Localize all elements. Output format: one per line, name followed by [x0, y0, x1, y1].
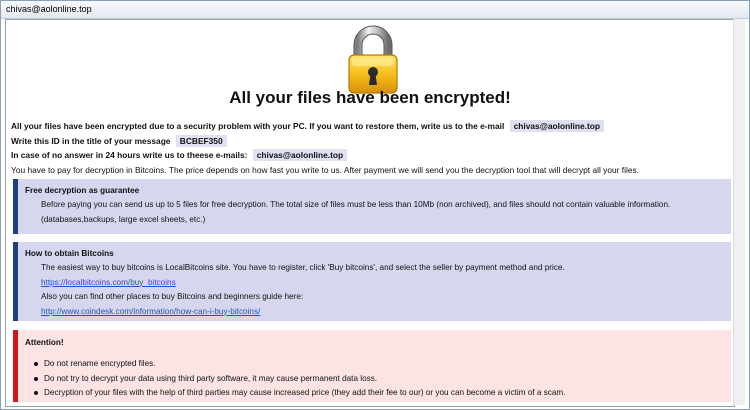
info-line-id: Write this ID in the title of your messa… — [11, 134, 639, 149]
window-title: chivas@aolonline.top — [1, 1, 749, 19]
section-heading: Free decryption as guarantee — [25, 186, 140, 195]
attention-box: Attention! Do not rename encrypted files… — [13, 330, 731, 402]
app-window: chivas@aolonline.top All your files have… — [0, 0, 750, 410]
info-text: Write this ID in the title of your messa… — [11, 135, 171, 146]
info-block: All your files have been encrypted due t… — [11, 119, 639, 177]
info-text: You have to pay for decryption in Bitcoi… — [11, 164, 639, 175]
contact-email[interactable]: chivas@aolonline.top — [509, 120, 604, 132]
attention-list: Do not rename encrypted files. Do not tr… — [32, 357, 566, 401]
bitcoins-box: How to obtain Bitcoins The easiest way t… — [13, 242, 731, 321]
section-text: The easiest way to buy bitcoins is Local… — [41, 263, 565, 272]
vertical-scrollbar[interactable] — [733, 19, 745, 405]
info-text: All your files have been encrypted due t… — [11, 121, 505, 131]
section-heading: How to obtain Bitcoins — [25, 249, 114, 258]
section-text: Also you can find other places to buy Bi… — [41, 292, 304, 301]
backup-email[interactable]: chivas@aolonline.top — [252, 149, 348, 161]
list-item: Do not try to decrypt your data using th… — [32, 372, 566, 387]
section-heading: Attention! — [25, 338, 64, 347]
padlock-icon — [343, 23, 403, 95]
page-title: All your files have been encrypted! — [229, 88, 511, 107]
section-text: Before paying you can send us up to 5 fi… — [41, 200, 671, 224]
info-line-backup: In case of no answer in 24 hours write u… — [11, 148, 639, 163]
list-item: Do not rename encrypted files. — [32, 357, 566, 372]
coindesk-link[interactable]: http://www.coindesk.com/information/how-… — [41, 307, 260, 316]
free-decryption-box: Free decryption as guarantee Before payi… — [13, 179, 731, 234]
info-text: In case of no answer in 24 hours write u… — [11, 150, 248, 160]
info-line-restore: All your files have been encrypted due t… — [11, 119, 639, 134]
list-item: Decryption of your files with the help o… — [32, 386, 566, 401]
message-panel: All your files have been encrypted! All … — [5, 19, 735, 407]
info-line-payment: You have to pay for decryption in Bitcoi… — [11, 163, 639, 178]
localbitcoins-link[interactable]: https://localbitcoins.com/buy_bitcoins — [41, 278, 176, 287]
victim-id[interactable]: BCBEF350 — [175, 134, 227, 147]
